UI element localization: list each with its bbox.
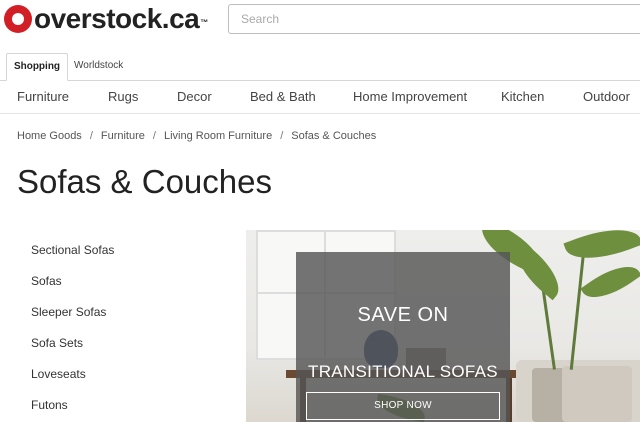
tab-shopping[interactable]: Shopping xyxy=(6,53,68,81)
breadcrumb-item[interactable]: Living Room Furniture xyxy=(164,130,272,142)
overstock-logo[interactable]: overstock.ca™ xyxy=(4,4,208,34)
breadcrumb-separator: / xyxy=(152,130,156,142)
breadcrumb-separator: / xyxy=(89,130,93,142)
shop-now-button[interactable]: SHOP NOW xyxy=(306,392,500,420)
banner-overlay: SAVE ON TRANSITIONAL SOFAS SHOP NOW xyxy=(296,252,510,422)
search-box xyxy=(228,4,640,34)
tab-worldstock[interactable]: Worldstock xyxy=(74,53,123,81)
breadcrumb-item[interactable]: Home Goods xyxy=(17,130,82,142)
site-header: overstock.ca™ xyxy=(0,0,640,40)
nav-item-kitchen[interactable]: Kitchen xyxy=(501,81,544,113)
sidebar-item-sofa-sets[interactable]: Sofa Sets xyxy=(31,336,83,350)
search-input[interactable] xyxy=(229,5,640,33)
category-nav: Furniture Rugs Decor Bed & Bath Home Imp… xyxy=(0,80,640,114)
banner-title: SAVE ON xyxy=(357,304,449,326)
store-tabs: Shopping Worldstock xyxy=(0,53,640,81)
breadcrumb-item-current[interactable]: Sofas & Couches xyxy=(291,130,376,142)
nav-item-rugs[interactable]: Rugs xyxy=(108,81,138,113)
nav-item-outdoor[interactable]: Outdoor xyxy=(583,81,630,113)
banner-pillow-image xyxy=(562,366,632,422)
sidebar-item-sofas[interactable]: Sofas xyxy=(31,274,62,288)
sidebar-item-futons[interactable]: Futons xyxy=(31,398,68,412)
nav-item-home-improvement[interactable]: Home Improvement xyxy=(353,81,467,113)
nav-item-furniture[interactable]: Furniture xyxy=(17,81,69,113)
logo-icon xyxy=(4,5,32,33)
page-title: Sofas & Couches xyxy=(17,163,272,200)
logo-text: overstock.ca™ xyxy=(34,3,208,34)
breadcrumb-separator: / xyxy=(280,130,284,142)
sidebar-item-sleeper-sofas[interactable]: Sleeper Sofas xyxy=(31,305,106,319)
sidebar-item-loveseats[interactable]: Loveseats xyxy=(31,367,86,381)
promo-banner[interactable]: SAVE ON TRANSITIONAL SOFAS SHOP NOW xyxy=(246,230,640,422)
nav-item-decor[interactable]: Decor xyxy=(177,81,212,113)
breadcrumb: Home Goods / Furniture / Living Room Furnitu… xyxy=(17,130,376,142)
sidebar-item-sectional-sofas[interactable]: Sectional Sofas xyxy=(31,243,114,257)
banner-subtitle: TRANSITIONAL SOFAS xyxy=(308,362,498,381)
nav-item-bed-bath[interactable]: Bed & Bath xyxy=(250,81,316,113)
breadcrumb-item[interactable]: Furniture xyxy=(101,130,145,142)
